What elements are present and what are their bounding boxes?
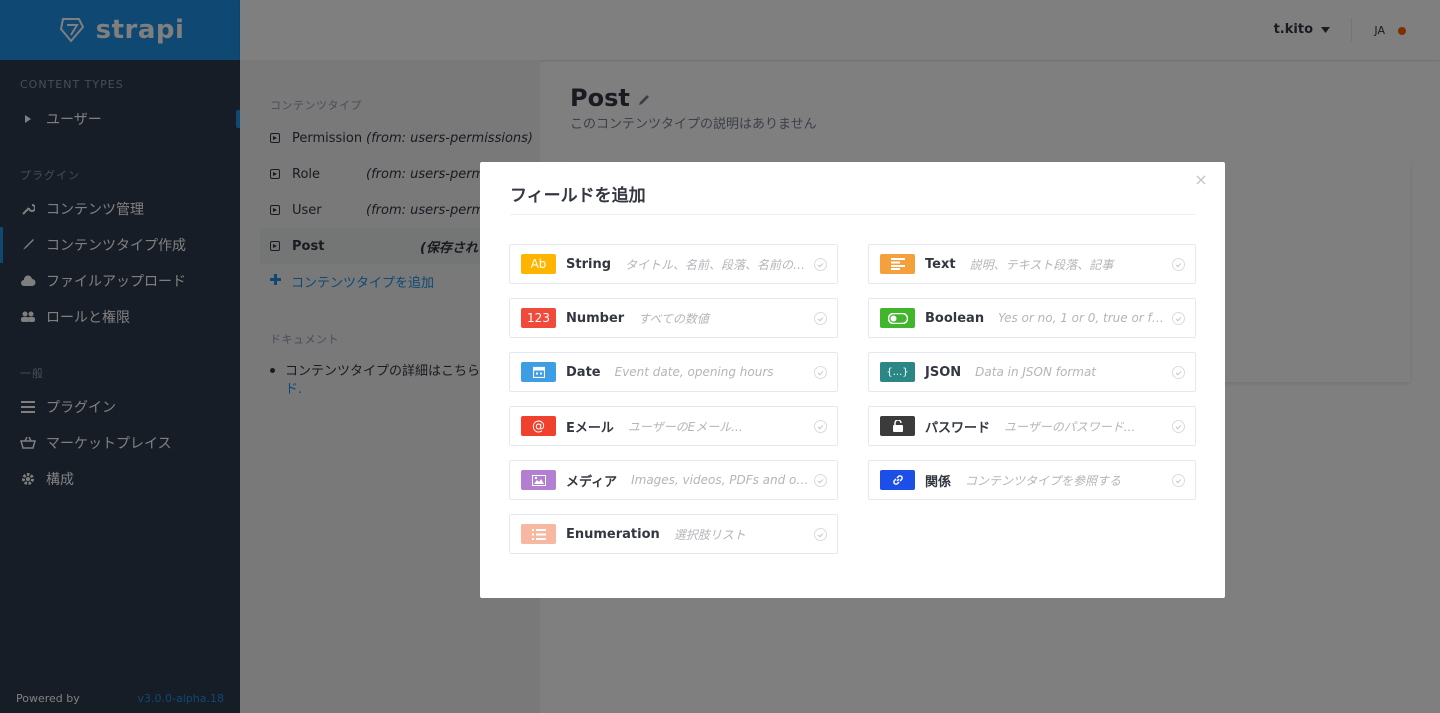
number-icon: 123	[521, 308, 556, 328]
lock-icon	[880, 416, 915, 436]
field-type-relation-button[interactable]: 関係 コンテンツタイプを参照する	[868, 460, 1196, 500]
field-type-desc: タイトル、名前、段落、名前のリスト	[625, 257, 830, 272]
check-circle-icon	[1172, 420, 1185, 433]
field-type-number-button[interactable]: 123 Number すべての数値	[509, 298, 838, 338]
field-type-text-button[interactable]: Text 説明、テキスト段落、記事	[868, 244, 1196, 284]
field-type-name: 関係	[925, 474, 952, 490]
field-type-enumeration-button[interactable]: Enumeration 選択肢リスト	[509, 514, 838, 554]
check-circle-icon	[814, 258, 827, 271]
field-type-name: Eメール	[566, 420, 614, 436]
field-type-name: String	[566, 256, 612, 272]
field-type-desc: Event date, opening hours	[614, 365, 774, 379]
check-circle-icon	[1172, 366, 1185, 379]
field-type-name: Number	[566, 310, 625, 326]
field-type-name: パスワード	[925, 420, 991, 436]
field-type-name: Date	[566, 364, 601, 380]
field-type-name: Boolean	[925, 310, 985, 326]
field-type-name: Text	[925, 256, 956, 272]
json-icon: {...}	[880, 362, 915, 382]
modal-divider	[510, 214, 1196, 215]
field-type-password-button[interactable]: パスワード ユーザーのパスワード...	[868, 406, 1196, 446]
list-icon	[521, 524, 556, 544]
field-type-name: Enumeration	[566, 526, 660, 542]
check-circle-icon	[814, 312, 827, 325]
field-type-desc: 説明、テキスト段落、記事	[969, 257, 1114, 272]
check-circle-icon	[814, 420, 827, 433]
field-type-string-button[interactable]: Ab String タイトル、名前、段落、名前のリスト	[509, 244, 838, 284]
field-type-desc: ユーザーのEメール...	[627, 419, 743, 434]
check-circle-icon	[1172, 474, 1185, 487]
field-type-desc: ユーザーのパスワード...	[1004, 419, 1136, 434]
string-icon: Ab	[521, 254, 556, 274]
field-type-date-button[interactable]: Date Event date, opening hours	[509, 352, 838, 392]
add-field-modal: フィールドを追加 × Ab String タイトル、名前、段落、名前のリスト T…	[480, 162, 1225, 598]
modal-title: フィールドを追加	[510, 186, 646, 206]
toggle-icon	[880, 308, 915, 328]
link-icon	[880, 470, 915, 490]
check-circle-icon	[814, 474, 827, 487]
text-icon	[880, 254, 915, 274]
field-type-boolean-button[interactable]: Boolean Yes or no, 1 or 0, true or false	[868, 298, 1196, 338]
calendar-icon	[521, 362, 556, 382]
check-circle-icon	[1172, 312, 1185, 325]
check-circle-icon	[814, 528, 827, 541]
field-type-name: メディア	[566, 474, 618, 490]
field-type-desc: コンテンツタイプを参照する	[965, 473, 1122, 488]
field-type-desc: 選択肢リスト	[673, 527, 746, 542]
at-icon: @	[521, 416, 556, 436]
field-type-media-button[interactable]: メディア Images, videos, PDFs and other file…	[509, 460, 838, 500]
field-type-desc: すべての数値	[638, 311, 709, 326]
close-icon[interactable]: ×	[1191, 170, 1211, 190]
field-type-name: JSON	[925, 364, 962, 380]
field-type-desc: Data in JSON format	[975, 365, 1097, 379]
check-circle-icon	[1172, 258, 1185, 271]
field-type-json-button[interactable]: {...} JSON Data in JSON format	[868, 352, 1196, 392]
field-type-desc: Images, videos, PDFs and other files	[631, 473, 837, 487]
field-type-desc: Yes or no, 1 or 0, true or false	[998, 311, 1177, 325]
image-icon	[521, 470, 556, 490]
check-circle-icon	[814, 366, 827, 379]
field-type-email-button[interactable]: @ Eメール ユーザーのEメール...	[509, 406, 838, 446]
